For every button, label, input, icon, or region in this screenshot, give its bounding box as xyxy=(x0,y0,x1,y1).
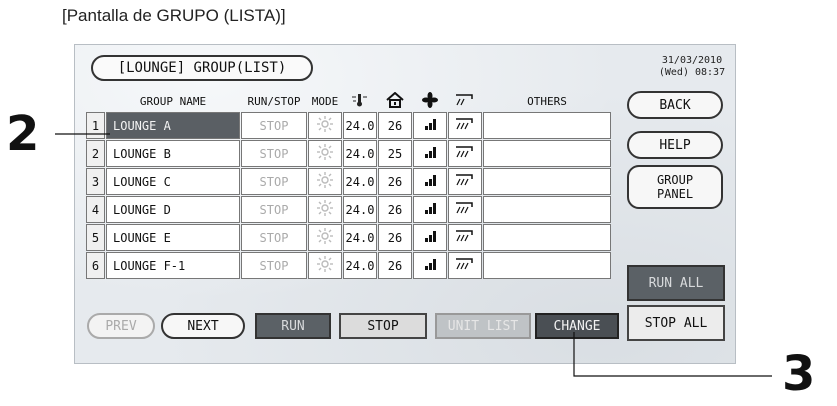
callout-lines xyxy=(55,133,772,377)
callout-number-2: 2 xyxy=(6,106,40,162)
callout-number-3: 3 xyxy=(782,346,816,402)
callout-line-3 xyxy=(573,332,772,377)
